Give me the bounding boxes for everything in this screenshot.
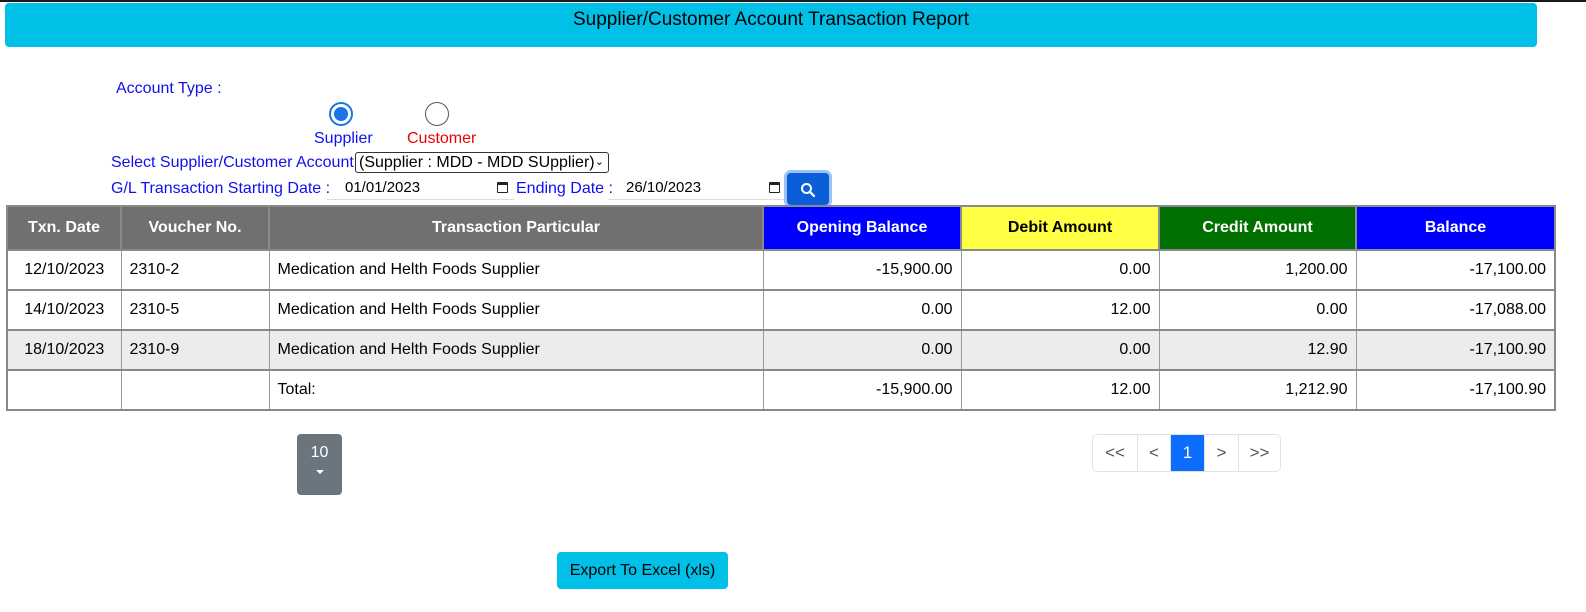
chevron-down-icon: ⌄	[594, 156, 604, 168]
last-page-button[interactable]: >>	[1238, 435, 1280, 471]
end-date-input[interactable]: 26/10/2023	[608, 176, 786, 200]
page-size-dropdown[interactable]: 10	[297, 434, 342, 495]
customer-radio-label: Customer	[407, 130, 477, 147]
caret-down-icon	[315, 470, 324, 474]
cell-credit-amount: 12.90	[1158, 329, 1357, 371]
col-txn-date[interactable]: Txn. Date	[6, 205, 122, 251]
cell-voucher-no: 2310-9	[120, 329, 270, 371]
cell-balance: -17,100.00	[1355, 249, 1556, 291]
first-page-button[interactable]: <<	[1093, 435, 1137, 471]
col-voucher-no[interactable]: Voucher No.	[120, 205, 270, 251]
table-row: 12/10/2023 2310-2 Medication and Helth F…	[6, 249, 1556, 291]
end-date-value: 26/10/2023	[626, 179, 702, 196]
total-cell	[6, 369, 122, 411]
cell-txn-date: 18/10/2023	[6, 329, 122, 371]
cell-particular: Medication and Helth Foods Supplier	[268, 249, 764, 291]
cell-particular: Medication and Helth Foods Supplier	[268, 289, 764, 331]
top-border	[0, 0, 1586, 2]
cell-debit-amount: 12.00	[960, 289, 1160, 331]
search-button[interactable]	[787, 173, 829, 205]
total-balance: -17,100.90	[1355, 369, 1556, 411]
account-type-label: Account Type :	[116, 80, 222, 97]
start-date-value: 01/01/2023	[345, 179, 421, 196]
cell-txn-date: 12/10/2023	[6, 249, 122, 291]
page-title: Supplier/Customer Account Transaction Re…	[5, 3, 1537, 47]
table-row: 14/10/2023 2310-5 Medication and Helth F…	[6, 289, 1556, 331]
cell-debit-amount: 0.00	[960, 249, 1160, 291]
page-1-button[interactable]: 1	[1170, 435, 1204, 471]
total-debit-amount: 12.00	[960, 369, 1160, 411]
cell-voucher-no: 2310-5	[120, 289, 270, 331]
cell-opening-balance: 0.00	[762, 329, 962, 371]
supplier-radio-label: Supplier	[314, 130, 373, 147]
col-opening-balance[interactable]: Opening Balance	[762, 205, 962, 251]
account-select-label: Select Supplier/Customer Account:	[111, 154, 359, 171]
total-label: Total:	[268, 369, 764, 411]
cell-credit-amount: 0.00	[1158, 289, 1357, 331]
page-size-value: 10	[310, 444, 329, 461]
next-page-button[interactable]: >	[1204, 435, 1238, 471]
end-date-label: Ending Date :	[516, 180, 613, 197]
cell-opening-balance: 0.00	[762, 289, 962, 331]
cell-txn-date: 14/10/2023	[6, 289, 122, 331]
account-select-value: (Supplier : MDD - MDD SUpplier)	[359, 154, 595, 171]
customer-radio[interactable]	[425, 102, 449, 126]
table-row: 18/10/2023 2310-9 Medication and Helth F…	[6, 329, 1556, 371]
col-credit-amount[interactable]: Credit Amount	[1158, 205, 1357, 251]
cell-particular: Medication and Helth Foods Supplier	[268, 329, 764, 371]
total-cell	[120, 369, 270, 411]
start-date-input[interactable]: 01/01/2023	[327, 176, 514, 200]
col-balance[interactable]: Balance	[1355, 205, 1556, 251]
total-opening-balance: -15,900.00	[762, 369, 962, 411]
start-date-label: G/L Transaction Starting Date :	[111, 180, 331, 197]
calendar-icon[interactable]	[769, 182, 780, 193]
cell-debit-amount: 0.00	[960, 329, 1160, 371]
col-debit-amount[interactable]: Debit Amount	[960, 205, 1160, 251]
supplier-radio[interactable]	[329, 102, 353, 126]
cell-balance: -17,100.90	[1355, 329, 1556, 371]
calendar-icon[interactable]	[497, 182, 508, 193]
cell-balance: -17,088.00	[1355, 289, 1556, 331]
cell-credit-amount: 1,200.00	[1158, 249, 1357, 291]
export-excel-button[interactable]: Export To Excel (xls)	[557, 552, 728, 589]
transaction-table: Txn. Date Voucher No. Transaction Partic…	[6, 205, 1556, 411]
cell-opening-balance: -15,900.00	[762, 249, 962, 291]
search-icon	[801, 183, 816, 198]
col-transaction-particular[interactable]: Transaction Particular	[268, 205, 764, 251]
table-header-row: Txn. Date Voucher No. Transaction Partic…	[6, 205, 1556, 251]
prev-page-button[interactable]: <	[1137, 435, 1170, 471]
account-select[interactable]: (Supplier : MDD - MDD SUpplier) ⌄	[355, 152, 609, 173]
cell-voucher-no: 2310-2	[120, 249, 270, 291]
total-row: Total: -15,900.00 12.00 1,212.90 -17,100…	[6, 369, 1556, 411]
total-credit-amount: 1,212.90	[1158, 369, 1357, 411]
pagination: << < 1 > >>	[1092, 434, 1281, 472]
